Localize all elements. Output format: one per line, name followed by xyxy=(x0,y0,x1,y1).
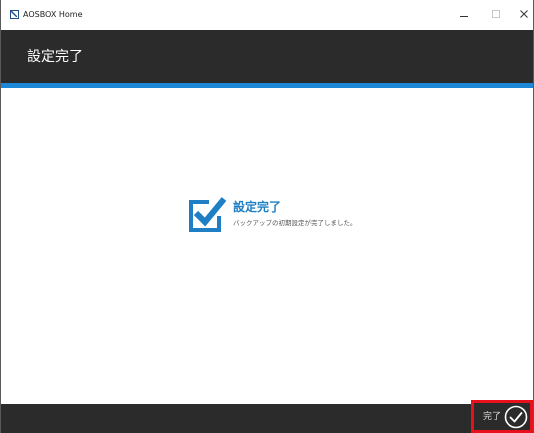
minimize-icon xyxy=(460,15,468,17)
main-content xyxy=(1,88,533,404)
title-bar: AOSBOX Home xyxy=(1,0,533,30)
aosbox-logo-icon xyxy=(10,10,19,19)
maximize-button[interactable] xyxy=(482,4,510,24)
finish-button[interactable]: 完了 xyxy=(471,400,533,433)
page-title: 設定完了 xyxy=(27,49,83,65)
completion-title: 設定完了 xyxy=(233,200,282,214)
close-icon xyxy=(520,10,528,18)
window-title: AOSBOX Home xyxy=(23,10,83,19)
footer-bar xyxy=(1,404,533,433)
maximize-icon xyxy=(492,10,500,18)
completion-message: バックアップの初期設定が完了しました。 xyxy=(233,219,357,227)
close-button[interactable] xyxy=(510,4,533,24)
app-window: AOSBOX Home 設定完了 設定完了 バックアップの初期設定が完了しました… xyxy=(0,0,534,433)
finish-button-label: 完了 xyxy=(482,411,501,422)
check-circle-icon xyxy=(504,405,528,428)
page-header: 設定完了 xyxy=(1,30,533,83)
checkbox-checked-icon xyxy=(187,196,227,238)
minimize-button[interactable] xyxy=(450,4,478,24)
